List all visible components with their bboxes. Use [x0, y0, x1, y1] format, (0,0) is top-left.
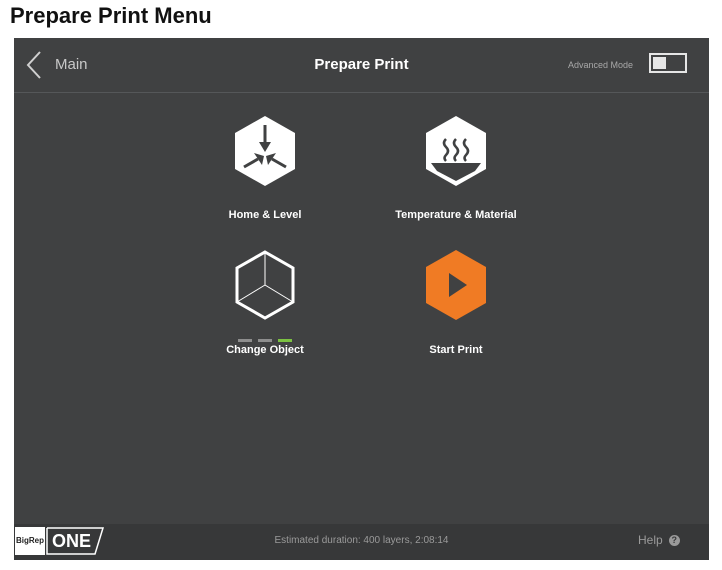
toggle-knob — [653, 57, 666, 69]
play-icon — [426, 250, 486, 320]
home-level-label: Home & Level — [228, 209, 302, 221]
change-object-button[interactable]: Change Object — [180, 248, 350, 378]
start-print-button[interactable]: Start Print — [371, 248, 541, 378]
advanced-mode-toggle[interactable] — [649, 53, 687, 73]
temperature-material-label: Temperature & Material — [395, 209, 517, 221]
progress-dot — [278, 339, 292, 342]
progress-indicator — [180, 339, 350, 342]
estimated-duration: Estimated duration: 400 layers, 2:08:14 — [274, 535, 449, 546]
help-label: Help — [638, 533, 663, 547]
cube-icon — [235, 250, 295, 320]
temperature-material-icon — [426, 116, 486, 186]
progress-dot — [238, 339, 252, 342]
change-object-label: Change Object — [226, 344, 304, 356]
advanced-mode-label: Advanced Mode — [568, 60, 634, 70]
printer-screen: Main Prepare Print Advanced Mode Home & … — [14, 38, 709, 560]
document-heading: Prepare Print Menu — [10, 3, 212, 28]
header-bar: Main Prepare Print Advanced Mode — [14, 38, 709, 93]
home-level-icon — [235, 116, 295, 186]
help-button[interactable]: Help? — [638, 533, 680, 547]
temperature-material-button[interactable]: Temperature & Material — [371, 112, 541, 242]
progress-dot — [258, 339, 272, 342]
footer-bar: BigRep ONE Estimated duration: 400 layer… — [14, 524, 709, 560]
start-print-label: Start Print — [429, 344, 483, 356]
question-icon: ? — [668, 535, 680, 547]
home-level-button[interactable]: Home & Level — [180, 112, 350, 242]
